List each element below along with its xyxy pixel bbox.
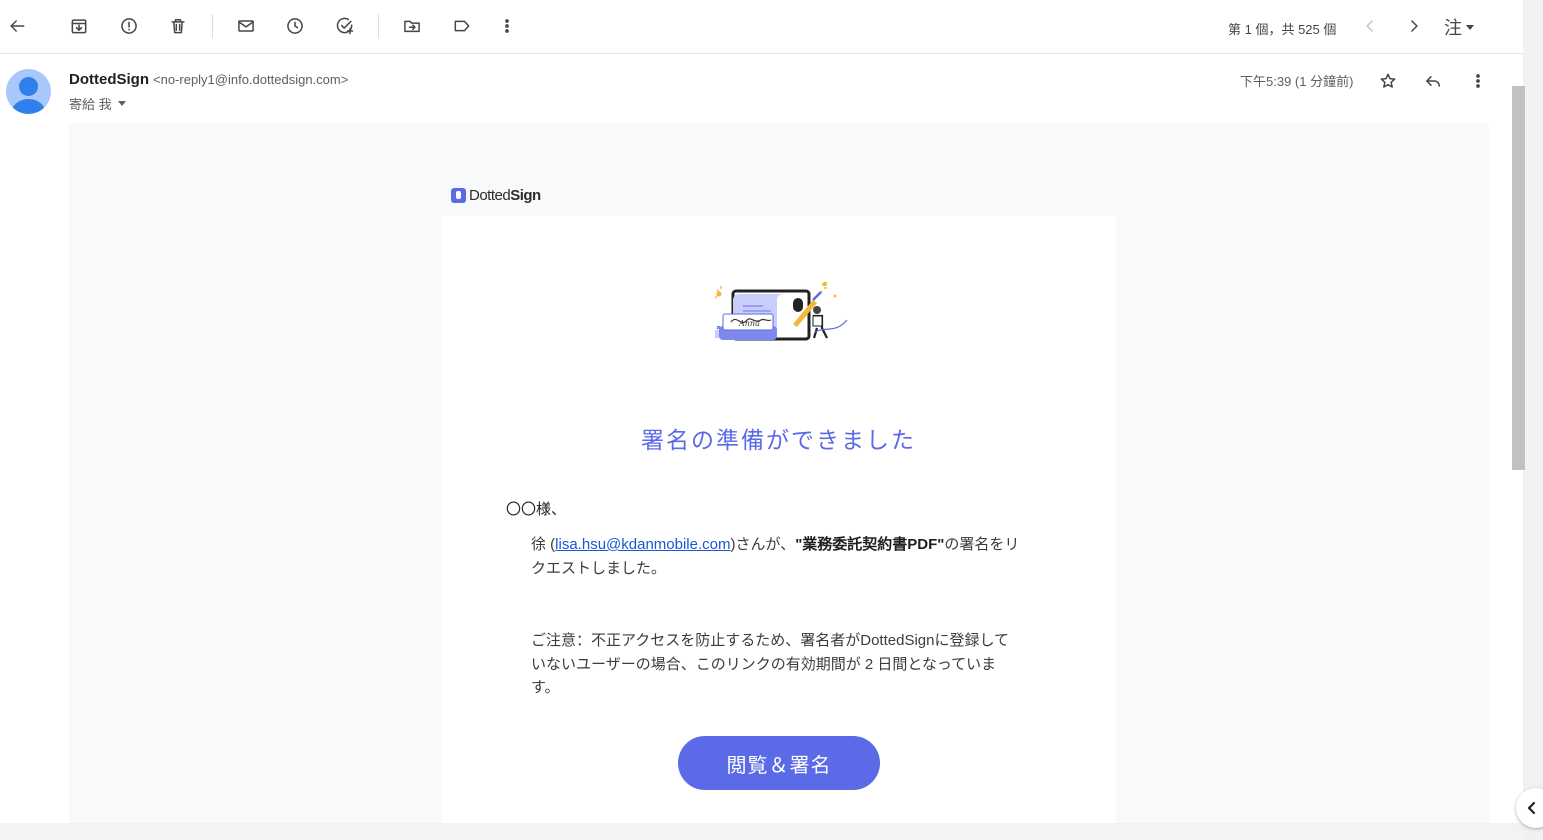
archive-icon	[71, 19, 87, 34]
input-tools-button[interactable]: 注	[1444, 14, 1474, 40]
sender-avatar	[6, 69, 51, 114]
sender-email: <no-reply1@info.dottedsign.com>	[153, 72, 349, 87]
signature-illustration: Anna	[714, 281, 848, 341]
side-panel-toggle[interactable]	[1516, 788, 1543, 828]
sender-line: DottedSign <no-reply1@info.dottedsign.com…	[69, 71, 348, 88]
snooze-button[interactable]	[279, 10, 311, 42]
toolbar-divider	[378, 14, 379, 38]
move-to-folder-icon	[404, 20, 420, 33]
sender-name[interactable]: DottedSign	[69, 71, 149, 88]
report-spam-icon	[121, 18, 137, 34]
request-paragraph: 徐 (lisa.hsu@kdanmobile.com)さんが、"業務委託契約書P…	[531, 536, 1020, 577]
reply-button[interactable]	[1417, 65, 1449, 97]
message-toolbar: 第 1 個，共 525 個 注	[0, 0, 1523, 54]
recipient-text: 寄給 我	[69, 97, 112, 112]
more-vert-icon	[505, 19, 509, 33]
newer-button[interactable]	[1354, 10, 1386, 42]
toolbar-divider	[212, 14, 213, 38]
star-icon	[1380, 73, 1396, 88]
reply-icon	[1426, 76, 1440, 87]
more-options-button[interactable]	[1462, 65, 1494, 97]
pager-count: 第 1 個，共 525 個	[1228, 22, 1337, 37]
mark-unread-button[interactable]	[230, 10, 262, 42]
chevron-left-icon	[1527, 801, 1536, 815]
move-to-button[interactable]	[396, 10, 428, 42]
email-card: Anna 署名の準備ができました 〇〇様、 徐 (lisa.hsu@kdanmo…	[441, 216, 1116, 823]
email-headline: 署名の準備ができました	[641, 427, 916, 453]
older-button[interactable]	[1398, 10, 1430, 42]
notice-paragraph: ご注意：不正アクセスを防止するため、署名者がDottedSignに登録していない…	[531, 632, 1010, 696]
greeting-text: 〇〇様、	[506, 501, 567, 518]
trash-icon	[171, 19, 185, 34]
scrollbar-thumb[interactable]	[1512, 86, 1525, 470]
label-button[interactable]	[446, 10, 478, 42]
chevron-right-icon	[1411, 20, 1418, 32]
scrollbar-track[interactable]	[1523, 0, 1543, 840]
more-vert-icon	[1476, 74, 1480, 88]
back-button[interactable]	[1, 10, 33, 42]
recipient-details-toggle[interactable]: 寄給 我	[69, 94, 126, 113]
dottedsign-logo: DottedSign	[451, 187, 541, 204]
delete-button[interactable]	[162, 10, 194, 42]
bottom-strip	[0, 823, 1523, 840]
requester-email-link[interactable]: lisa.hsu@kdanmobile.com	[555, 536, 730, 553]
caret-down-icon	[117, 101, 126, 106]
add-task-button[interactable]	[329, 10, 361, 42]
back-arrow-icon	[10, 20, 25, 32]
document-name: "業務委託契約書PDF"	[795, 536, 945, 553]
envelope-icon	[238, 20, 254, 32]
message-timestamp: 下午5:39 (1 分鐘前)	[1240, 74, 1354, 89]
chevron-left-icon	[1366, 20, 1373, 32]
label-icon	[454, 20, 470, 32]
archive-button[interactable]	[63, 10, 95, 42]
svg-text:Anna: Anna	[738, 319, 760, 328]
input-tools-label: 注	[1444, 18, 1462, 38]
report-spam-button[interactable]	[113, 10, 145, 42]
dottedsign-logo-icon	[451, 188, 466, 203]
more-actions-button[interactable]	[491, 10, 523, 42]
caret-down-icon	[1466, 24, 1474, 30]
star-button[interactable]	[1372, 65, 1404, 97]
dottedsign-logo-text: DottedSign	[469, 187, 541, 204]
add-task-icon	[336, 17, 354, 35]
clock-icon	[287, 18, 303, 34]
view-and-sign-button[interactable]: 閲覧＆署名	[678, 736, 880, 790]
